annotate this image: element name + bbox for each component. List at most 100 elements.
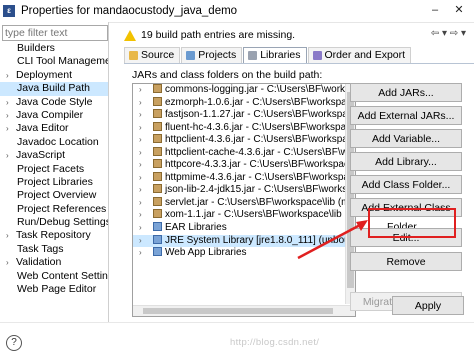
sidebar-item[interactable]: › Java Editor [0,122,108,135]
sidebar-item[interactable]: › Validation [0,256,108,269]
sidebar-item[interactable]: › Java Code Style [0,96,108,109]
tab-icon [129,51,138,60]
sidebar-item-label: Task Repository [16,229,91,242]
sidebar-item[interactable]: Task Tags [0,243,108,256]
button-add-external-jars[interactable]: Add External JARs... [350,106,462,125]
expand-arrow-icon[interactable]: › [6,122,16,135]
expand-arrow-icon[interactable]: › [139,209,142,222]
jar-icon [153,84,162,93]
tab-bar: Source Projects Libraries Order and Export [124,47,412,63]
jar-icon [153,109,162,119]
sidebar-item[interactable]: Java Build Path [0,82,108,96]
sidebar-item[interactable]: › JavaScript [0,149,108,162]
sidebar-item-label: CLI Tool Managemen [17,55,108,68]
sidebar-item[interactable]: Web Content Settings [0,270,108,283]
button-add-library[interactable]: Add Library... [350,152,462,171]
sidebar-item[interactable]: CLI Tool Managemen [0,55,108,68]
tab[interactable]: Order and Export [307,47,412,63]
build-path-entry[interactable]: › httpclient-4.3.6.jar - C:\Users\BF\work… [133,134,355,147]
library-icon [153,222,162,232]
build-path-entry[interactable]: › ezmorph-1.0.6.jar - C:\Users\BF\workspa… [133,96,356,110]
expand-arrow-icon[interactable]: › [139,134,142,147]
build-path-entry[interactable]: › Web App Libraries [133,247,355,260]
sidebar-item[interactable]: Project Facets [0,163,108,176]
expand-arrow-icon[interactable]: › [6,149,16,162]
build-path-entry[interactable]: › servlet.jar - C:\Users\BF\workspace\lib… [133,196,355,210]
expand-arrow-icon[interactable]: › [6,96,16,109]
sidebar-item-label: Web Content Settings [17,269,108,282]
expand-arrow-icon[interactable]: › [6,109,16,122]
button-remove[interactable]: Remove [350,252,462,271]
entry-label: fluent-hc-4.3.6.jar - C:\Users\BF\worksp… [165,121,352,133]
warning-icon [124,29,136,41]
sidebar-item[interactable]: › Java Compiler [0,109,108,122]
build-path-entry[interactable]: › JRE System Library [jre1.8.0_111] (unbo… [133,234,356,248]
build-path-entry[interactable]: › EAR Libraries [133,222,355,235]
build-path-list[interactable]: › commons-logging.jar - C:\Users\BF\works… [132,83,356,317]
sidebar-item-label: Run/Debug Settings [17,216,108,229]
warning-text: 19 build path entries are missing. [141,29,296,41]
jar-icon [153,184,162,194]
apply-button[interactable]: Apply [392,296,464,315]
expand-arrow-icon[interactable]: › [139,84,142,97]
sidebar-item[interactable]: › Deployment [0,69,108,82]
sidebar-item[interactable]: Project References [0,203,108,216]
expand-arrow-icon[interactable]: › [139,109,142,122]
sidebar-item-label: Web Page Editor [17,283,97,296]
button-add-class-folder[interactable]: Add Class Folder... [350,175,462,194]
entry-label: JRE System Library [jre1.8.0_111] (unbou… [165,234,356,246]
expand-arrow-icon[interactable]: › [139,147,142,160]
history-nav-arrows[interactable]: ⇦ ▾ ⇨ ▾ [431,28,466,39]
build-path-entry[interactable]: › httpcore-4.3.3.jar - C:\Users\BF\worksp… [133,159,355,172]
close-button[interactable]: ✕ [452,3,466,17]
tab-label: Source [141,49,175,61]
tab[interactable]: Projects [181,47,243,63]
expand-arrow-icon[interactable]: › [139,222,142,235]
entry-label: ezmorph-1.0.6.jar - C:\Users\BF\workspac… [165,96,356,108]
sidebar-item[interactable]: Run/Debug Settings [0,216,108,229]
sidebar-item-label: Java Compiler [16,108,84,121]
expand-arrow-icon[interactable]: › [139,122,142,135]
sidebar-item-label: Java Editor [16,122,69,135]
minimize-button[interactable]: – [428,3,442,17]
expand-arrow-icon[interactable]: › [139,247,142,260]
build-path-entry[interactable]: › commons-logging.jar - C:\Users\BF\works… [133,84,355,97]
tab[interactable]: Libraries [243,47,307,63]
help-icon[interactable]: ? [6,335,22,351]
sidebar-item[interactable]: › Task Repository [0,229,108,242]
sidebar-item[interactable]: Builders [0,42,108,55]
list-caption: JARs and class folders on the build path… [132,69,323,81]
window-title: Properties for mandaocustody_java_demo [21,5,238,17]
footer: ? http://blog.csdn.net/ [0,322,474,361]
sidebar-item-label: Validation [16,256,62,269]
entry-label: json-lib-2.4-jdk15.jar - C:\Users\BF\wor… [165,184,348,196]
build-path-entry[interactable]: › fluent-hc-4.3.6.jar - C:\Users\BF\works… [133,121,355,135]
sidebar-item-label: Task Tags [17,242,64,255]
sidebar-item[interactable]: Web Page Editor [0,283,108,296]
build-path-entry[interactable]: › fastjson-1.1.27.jar - C:\Users\BF\works… [133,109,355,122]
sidebar-item[interactable]: Project Libraries [0,176,108,189]
expand-arrow-icon[interactable]: › [139,97,142,110]
expand-arrow-icon[interactable]: › [6,229,16,242]
button-add-variable[interactable]: Add Variable... [350,129,462,148]
expand-arrow-icon[interactable]: › [139,159,142,172]
filter-input[interactable] [2,25,108,41]
sidebar-item[interactable]: Project Overview [0,189,108,202]
build-path-entry[interactable]: › httpclient-cache-4.3.6.jar - C:\Users\B… [133,146,355,160]
sidebar-item[interactable]: Javadoc Location [0,136,108,149]
build-path-entry[interactable]: › httpmime-4.3.6.jar - C:\Users\BF\worksp… [133,171,355,185]
horizontal-scrollbar[interactable] [133,305,355,316]
build-path-entry[interactable]: › json-lib-2.4-jdk15.jar - C:\Users\BF\wo… [133,184,355,197]
expand-arrow-icon[interactable]: › [6,69,16,82]
tab-label: Projects [198,49,237,61]
tab[interactable]: Source [124,47,181,63]
sidebar-item-label: Deployment [16,68,73,81]
expand-arrow-icon[interactable]: › [139,172,142,185]
expand-arrow-icon[interactable]: › [6,256,16,269]
expand-arrow-icon[interactable]: › [139,184,142,197]
sidebar-item-label: JavaScript [16,149,66,162]
build-path-entry[interactable]: › xom-1.1.jar - C:\Users\BF\workspace\lib… [133,209,355,222]
expand-arrow-icon[interactable]: › [139,235,142,248]
button-add-jars[interactable]: Add JARs... [350,83,462,102]
expand-arrow-icon[interactable]: › [139,197,142,210]
